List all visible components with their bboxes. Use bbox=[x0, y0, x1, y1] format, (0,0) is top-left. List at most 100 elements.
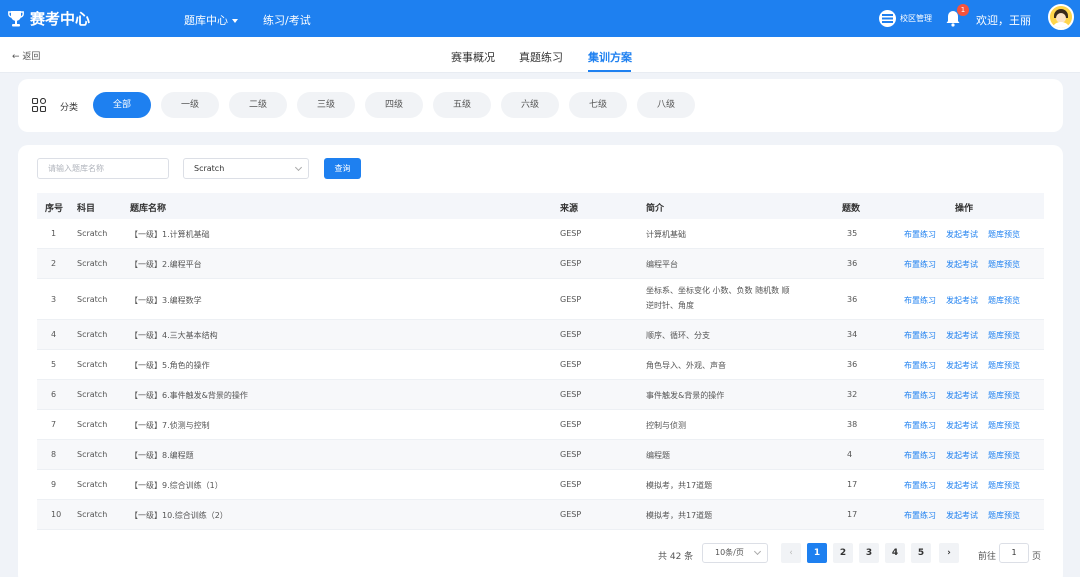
preview-bank-link[interactable]: 题库预览 bbox=[988, 420, 1020, 431]
cell-source: GESP bbox=[560, 480, 582, 489]
page-size-select[interactable]: 10条/页 bbox=[702, 543, 768, 563]
cell-no: 4 bbox=[51, 330, 57, 339]
start-exam-link[interactable]: 发起考试 bbox=[946, 390, 978, 401]
th-source: 来源 bbox=[560, 204, 579, 214]
cell-name: 【一级】7.侦测与控制 bbox=[130, 421, 210, 430]
assign-practice-link[interactable]: 布置练习 bbox=[904, 390, 936, 401]
cell-source: GESP bbox=[560, 295, 582, 304]
subject-select[interactable]: Scratch bbox=[183, 158, 309, 179]
level-pill-5[interactable]: 五级 bbox=[433, 92, 491, 118]
campus-label: 校区管理 bbox=[900, 14, 932, 23]
page-4-button[interactable]: 4 bbox=[885, 543, 905, 563]
assign-practice-link[interactable]: 布置练习 bbox=[904, 420, 936, 431]
table-row: 10 Scratch 【一级】10.综合训练（2） GESP 17 模拟考，共17道题 布置… bbox=[37, 500, 1044, 530]
cell-no: 1 bbox=[51, 229, 57, 238]
assign-practice-link[interactable]: 布置练习 bbox=[904, 450, 936, 461]
cell-subject: Scratch bbox=[77, 420, 108, 429]
level-pill-4[interactable]: 四级 bbox=[365, 92, 423, 118]
search-input[interactable] bbox=[37, 158, 169, 179]
cell-count: 4 bbox=[847, 450, 853, 459]
level-pill-3[interactable]: 三级 bbox=[297, 92, 355, 118]
goto-label: 前往 bbox=[978, 552, 997, 562]
preview-bank-link[interactable]: 题库预览 bbox=[988, 390, 1020, 401]
page-1-button[interactable]: 1 bbox=[807, 543, 827, 563]
table-header: 序号 科目 题库名称 来源 简介 题数 操作 bbox=[37, 193, 1044, 219]
level-pill-8[interactable]: 八级 bbox=[637, 92, 695, 118]
level-pill-7[interactable]: 七级 bbox=[569, 92, 627, 118]
campus-management[interactable]: 校区管理 bbox=[879, 10, 932, 27]
assign-practice-link[interactable]: 布置练习 bbox=[904, 229, 936, 240]
back-button[interactable]: ← 返回 bbox=[12, 49, 40, 62]
cell-no: 5 bbox=[51, 360, 57, 369]
assign-practice-link[interactable]: 布置练习 bbox=[904, 360, 936, 371]
cell-count: 34 bbox=[847, 330, 858, 339]
cell-intro: 模拟考，共17道题 bbox=[646, 481, 713, 490]
cell-intro: 编程平台 bbox=[646, 260, 678, 269]
th-intro: 简介 bbox=[646, 204, 665, 214]
cell-count: 35 bbox=[847, 229, 858, 238]
nav-question-bank-label: 题库中心 bbox=[184, 14, 228, 27]
assign-practice-link[interactable]: 布置练习 bbox=[904, 480, 936, 491]
start-exam-link[interactable]: 发起考试 bbox=[946, 259, 978, 270]
assign-practice-link[interactable]: 布置练习 bbox=[904, 330, 936, 341]
assign-practice-link[interactable]: 布置练习 bbox=[904, 259, 936, 270]
th-count: 题数 bbox=[842, 204, 861, 214]
cell-no: 6 bbox=[51, 390, 57, 399]
prev-page-button[interactable]: ‹ bbox=[781, 543, 801, 563]
table-row: 3 Scratch 【一级】3.编程数学 GESP 36 坐标系、坐标变化 小数、负数 随… bbox=[37, 279, 1044, 320]
cell-source: GESP bbox=[560, 510, 582, 519]
cell-name: 【一级】8.编程题 bbox=[130, 451, 194, 460]
preview-bank-link[interactable]: 题库预览 bbox=[988, 450, 1020, 461]
preview-bank-link[interactable]: 题库预览 bbox=[988, 259, 1020, 270]
th-no: 序号 bbox=[45, 204, 64, 214]
level-pill-1[interactable]: 一级 bbox=[161, 92, 219, 118]
cell-no: 7 bbox=[51, 420, 57, 429]
preview-bank-link[interactable]: 题库预览 bbox=[988, 480, 1020, 491]
main-card: Scratch 查询 序号 科目 题库名称 来源 简介 题数 操作 1 Scrat… bbox=[18, 145, 1063, 577]
cell-intro: 角色导入、外观、声音 bbox=[646, 361, 726, 370]
preview-bank-link[interactable]: 题库预览 bbox=[988, 330, 1020, 341]
start-exam-link[interactable]: 发起考试 bbox=[946, 420, 978, 431]
start-exam-link[interactable]: 发起考试 bbox=[946, 360, 978, 371]
preview-bank-link[interactable]: 题库预览 bbox=[988, 229, 1020, 240]
start-exam-link[interactable]: 发起考试 bbox=[946, 450, 978, 461]
page-2-button[interactable]: 2 bbox=[833, 543, 853, 563]
assign-practice-link[interactable]: 布置练习 bbox=[904, 510, 936, 521]
query-button[interactable]: 查询 bbox=[324, 158, 361, 179]
level-pill-2[interactable]: 二级 bbox=[229, 92, 287, 118]
cell-intro: 模拟考，共17道题 bbox=[646, 511, 713, 520]
start-exam-link[interactable]: 发起考试 bbox=[946, 295, 978, 306]
brand[interactable]: 赛考中心 bbox=[8, 8, 90, 29]
campus-icon bbox=[879, 10, 896, 27]
cell-no: 2 bbox=[51, 259, 57, 268]
level-pill-all[interactable]: 全部 bbox=[93, 92, 151, 118]
start-exam-link[interactable]: 发起考试 bbox=[946, 229, 978, 240]
goto-page-input[interactable]: 1 bbox=[999, 543, 1029, 563]
cell-subject: Scratch bbox=[77, 510, 108, 519]
preview-bank-link[interactable]: 题库预览 bbox=[988, 360, 1020, 371]
start-exam-link[interactable]: 发起考试 bbox=[946, 330, 978, 341]
cell-subject: Scratch bbox=[77, 390, 108, 399]
user-avatar-icon bbox=[1050, 6, 1072, 28]
cell-count: 36 bbox=[847, 295, 858, 304]
cell-no: 3 bbox=[51, 295, 57, 304]
assign-practice-link[interactable]: 布置练习 bbox=[904, 295, 936, 306]
next-page-button[interactable]: › bbox=[939, 543, 959, 563]
nav-practice-exam[interactable]: 练习/考试 bbox=[263, 12, 311, 28]
preview-bank-link[interactable]: 题库预览 bbox=[988, 510, 1020, 521]
cell-subject: Scratch bbox=[77, 229, 108, 238]
start-exam-link[interactable]: 发起考试 bbox=[946, 480, 978, 491]
tab-real-questions[interactable]: 真题练习 bbox=[519, 49, 563, 65]
preview-bank-link[interactable]: 题库预览 bbox=[988, 295, 1020, 306]
page-5-button[interactable]: 5 bbox=[911, 543, 931, 563]
page-3-button[interactable]: 3 bbox=[859, 543, 879, 563]
start-exam-link[interactable]: 发起考试 bbox=[946, 510, 978, 521]
nav-question-bank[interactable]: 题库中心 bbox=[184, 12, 238, 28]
cell-name: 【一级】1.计算机基础 bbox=[130, 230, 210, 239]
sub-nav: ← 返回 赛事概况 真题练习 集训方案 bbox=[0, 37, 1080, 73]
subject-select-value: Scratch bbox=[194, 164, 225, 173]
tab-overview[interactable]: 赛事概况 bbox=[451, 49, 495, 65]
level-pill-6[interactable]: 六级 bbox=[501, 92, 559, 118]
avatar[interactable] bbox=[1048, 4, 1074, 30]
tab-training-plan[interactable]: 集训方案 bbox=[588, 49, 632, 65]
